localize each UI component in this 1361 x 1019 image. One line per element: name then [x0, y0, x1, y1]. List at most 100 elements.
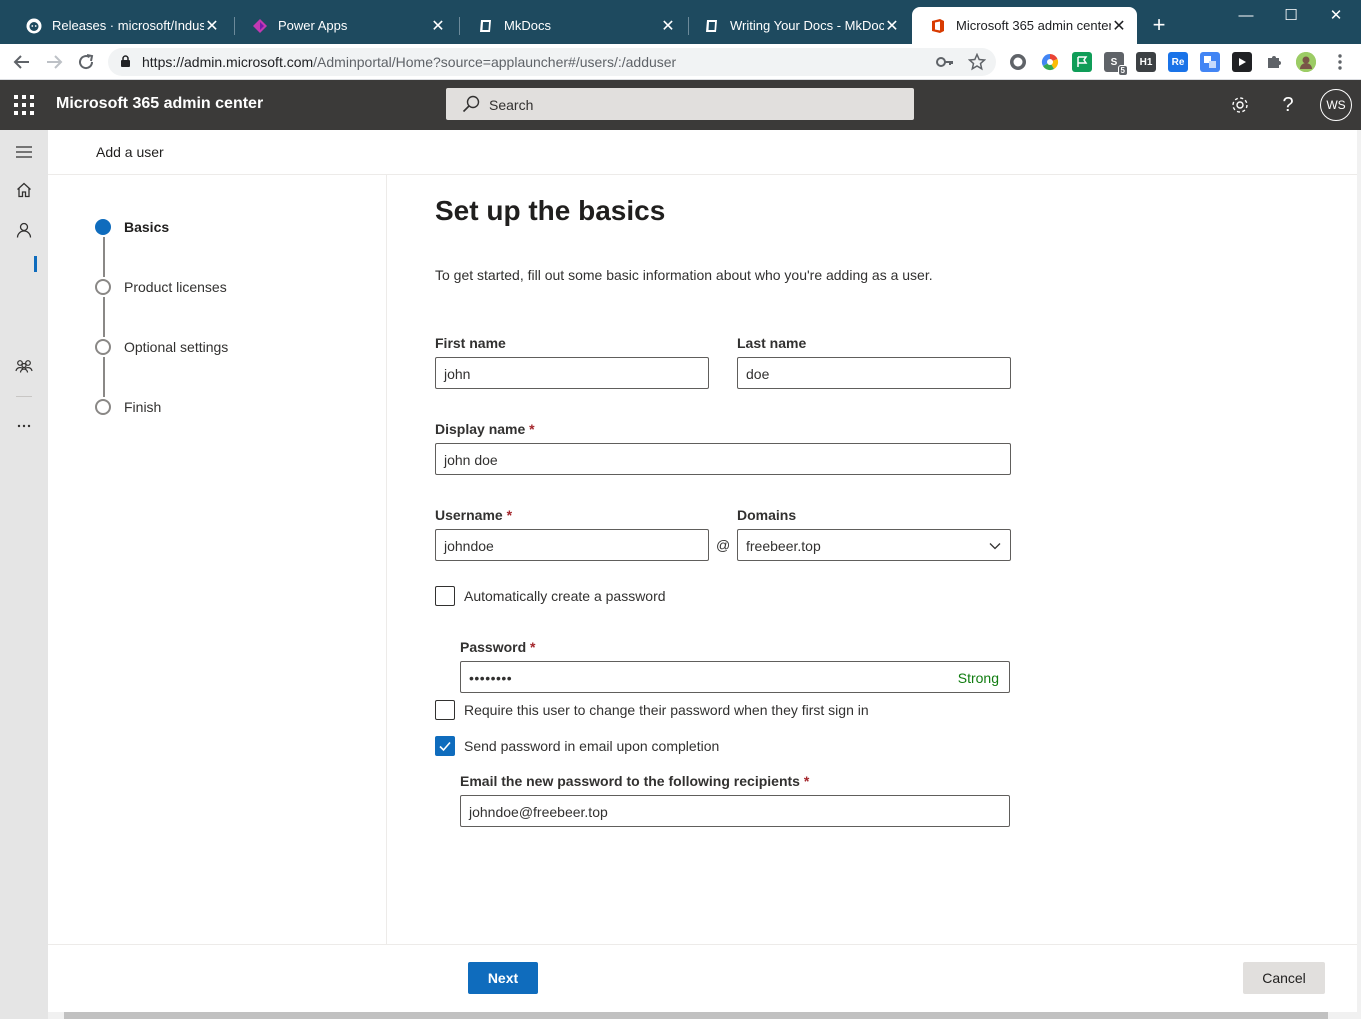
- step-product-licenses[interactable]: Product licenses: [95, 279, 227, 295]
- required-marker: *: [803, 773, 810, 789]
- page-title: Set up the basics: [435, 195, 666, 226]
- auto-password-label: Automatically create a password: [464, 588, 666, 604]
- recipients-field[interactable]: johndoe@freebeer.top: [460, 795, 1010, 827]
- play-extension-icon[interactable]: [1232, 52, 1252, 72]
- app-title[interactable]: Microsoft 365 admin center: [56, 95, 263, 113]
- h1-label: H1: [1139, 56, 1153, 68]
- send-email-label: Send password in email upon completion: [464, 738, 720, 754]
- last-name-field[interactable]: doe: [737, 357, 1011, 389]
- hamburger-menu-icon[interactable]: [14, 142, 34, 162]
- tab-title: Writing Your Docs - MkDocs: [730, 18, 884, 33]
- home-icon[interactable]: [14, 180, 34, 200]
- first-name-field[interactable]: john: [435, 357, 709, 389]
- star-icon[interactable]: [967, 52, 987, 76]
- settings-gear-icon[interactable]: [1228, 93, 1252, 117]
- profile-avatar-icon[interactable]: [1296, 52, 1316, 72]
- forward-button[interactable]: [42, 50, 66, 74]
- tab-title: Microsoft 365 admin center - A: [956, 18, 1111, 33]
- horizontal-scrollbar[interactable]: [48, 1012, 1361, 1019]
- domains-dropdown[interactable]: freebeer.top: [737, 529, 1011, 561]
- reload-button[interactable]: [74, 50, 98, 74]
- new-tab-button[interactable]: +: [1148, 12, 1170, 38]
- require-change-option[interactable]: Require this user to change their passwo…: [435, 700, 869, 720]
- avatar[interactable]: WS: [1320, 89, 1352, 121]
- translate-extension-icon[interactable]: [1200, 52, 1220, 72]
- flag-extension-icon[interactable]: [1072, 52, 1092, 72]
- step-label: Finish: [124, 399, 162, 415]
- first-name-value: john: [444, 366, 471, 382]
- help-icon[interactable]: ?: [1276, 93, 1300, 117]
- step-label: Optional settings: [124, 339, 229, 355]
- recipients-label: Email the new password to the following …: [460, 773, 810, 789]
- close-icon[interactable]: ✕: [1111, 16, 1127, 36]
- browser-tab-strip: Releases · microsoft/Industry-A ✕ Power …: [0, 0, 1361, 44]
- h1-extension-icon[interactable]: H1: [1136, 52, 1156, 72]
- scrollbar-thumb[interactable]: [64, 1012, 1328, 1019]
- send-email-option[interactable]: Send password in email upon completion: [435, 736, 719, 756]
- tab-title: Releases · microsoft/Industry-A: [52, 18, 204, 33]
- required-marker: *: [506, 507, 513, 523]
- close-icon[interactable]: ✕: [430, 16, 446, 36]
- color-wheel-extension-icon[interactable]: [1040, 52, 1060, 72]
- search-placeholder: Search: [489, 97, 534, 113]
- tab-releases[interactable]: Releases · microsoft/Industry-A ✕: [8, 7, 230, 44]
- user-icon[interactable]: [14, 220, 34, 240]
- password-value: ••••••••: [469, 670, 513, 686]
- circle-extension-icon[interactable]: [1008, 52, 1028, 72]
- auto-password-checkbox[interactable]: [435, 586, 455, 606]
- display-name-value: john doe: [444, 452, 498, 468]
- cancel-button[interactable]: Cancel: [1243, 962, 1325, 994]
- auto-password-option[interactable]: Automatically create a password: [435, 586, 666, 606]
- step-connector: [103, 237, 105, 277]
- tab-m365-admin[interactable]: Microsoft 365 admin center - A ✕: [912, 7, 1137, 44]
- step-current-icon: [95, 219, 111, 235]
- arrow-left-icon: [13, 55, 29, 69]
- required-marker: *: [530, 639, 536, 655]
- step-optional-settings[interactable]: Optional settings: [95, 339, 228, 355]
- tab-power-apps[interactable]: Power Apps ✕: [234, 7, 456, 44]
- search-icon: [462, 95, 480, 118]
- close-icon[interactable]: ✕: [660, 16, 676, 36]
- username-label: Username *: [435, 507, 513, 523]
- step-pending-icon: [95, 339, 111, 355]
- lock-icon: [120, 55, 131, 73]
- tab-mkdocs[interactable]: MkDocs ✕: [460, 7, 686, 44]
- required-marker: *: [529, 421, 535, 437]
- vertical-scrollbar[interactable]: [1357, 130, 1361, 1012]
- window-close-button[interactable]: ✕: [1313, 4, 1359, 28]
- display-name-label: Display name *: [435, 421, 535, 437]
- close-icon[interactable]: ✕: [204, 16, 220, 36]
- require-change-checkbox[interactable]: [435, 700, 455, 720]
- s-badge-extension-icon[interactable]: S5: [1104, 52, 1128, 76]
- password-field[interactable]: •••••••• Strong: [460, 661, 1010, 693]
- more-vertical-icon[interactable]: [1330, 52, 1350, 72]
- tab-writing-docs[interactable]: Writing Your Docs - MkDocs ✕: [686, 7, 910, 44]
- more-horizontal-icon[interactable]: [14, 416, 34, 436]
- book-icon: [478, 18, 494, 34]
- step-basics[interactable]: Basics: [95, 219, 169, 235]
- github-icon: [26, 18, 42, 34]
- rail-divider: [16, 396, 32, 397]
- minimize-button[interactable]: —: [1223, 4, 1269, 28]
- puzzle-icon[interactable]: [1264, 52, 1284, 72]
- extension-badge: 5: [1117, 65, 1128, 76]
- display-name-field[interactable]: john doe: [435, 443, 1011, 475]
- close-icon[interactable]: ✕: [884, 16, 900, 36]
- key-icon[interactable]: [936, 54, 954, 75]
- re-extension-icon[interactable]: Re: [1168, 52, 1188, 72]
- groups-icon[interactable]: [14, 356, 34, 376]
- address-bar[interactable]: https://admin.microsoft.com/Adminportal/…: [108, 48, 996, 76]
- step-finish[interactable]: Finish: [95, 399, 161, 415]
- domains-label: Domains: [737, 507, 797, 523]
- app-launcher-icon[interactable]: [14, 95, 34, 115]
- search-input[interactable]: Search: [446, 88, 914, 120]
- send-email-checkbox[interactable]: [435, 736, 455, 756]
- username-field[interactable]: johndoe: [435, 529, 709, 561]
- back-button[interactable]: [10, 50, 34, 74]
- username-value: johndoe: [444, 538, 494, 554]
- next-button[interactable]: Next: [468, 962, 538, 994]
- wizard-steps: Basics Product licenses Optional setting…: [48, 175, 387, 944]
- step-connector: [103, 357, 105, 397]
- panel-title: Add a user: [96, 144, 164, 160]
- maximize-button[interactable]: ☐: [1268, 4, 1314, 28]
